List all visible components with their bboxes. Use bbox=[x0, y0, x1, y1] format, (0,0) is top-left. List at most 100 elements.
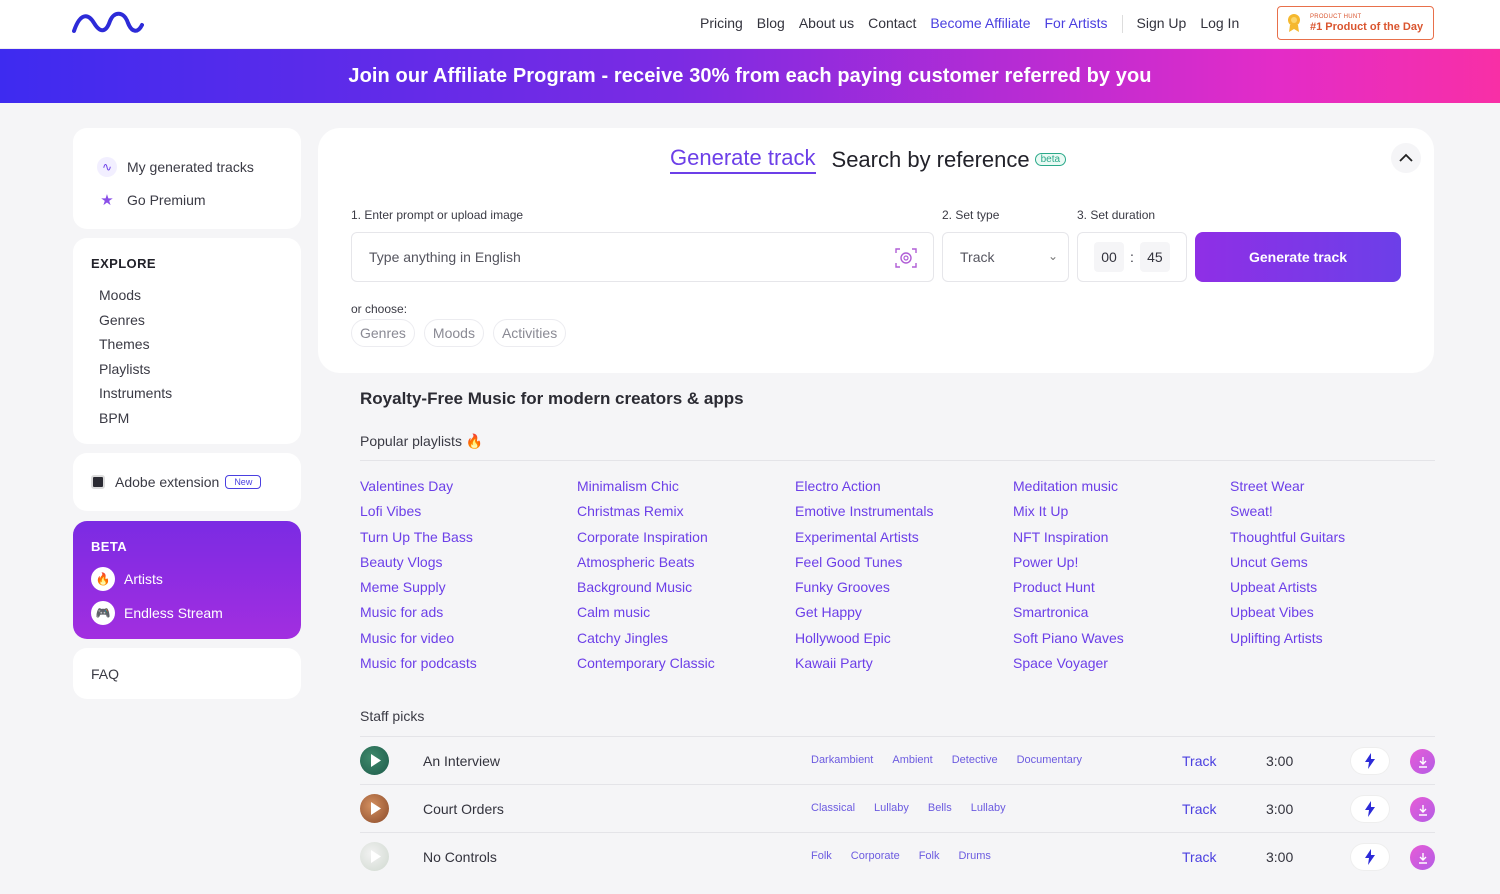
track-row[interactable]: Court Orders Classical Lullaby Bells Lullaby… bbox=[360, 784, 1435, 832]
chip-activities[interactable]: Activities bbox=[492, 319, 567, 347]
track-tag[interactable]: Detective bbox=[952, 754, 998, 766]
download-button[interactable] bbox=[1410, 797, 1435, 822]
playlist-link[interactable]: Funky Grooves bbox=[795, 578, 934, 603]
playlist-link[interactable]: Music for video bbox=[360, 629, 477, 654]
sidebar-faq[interactable]: FAQ bbox=[73, 648, 301, 699]
prompt-input[interactable]: Type anything in English bbox=[351, 232, 934, 282]
product-hunt-badge[interactable]: PRODUCT HUNT #1 Product of the Day bbox=[1277, 6, 1434, 40]
nav-link[interactable]: Become Affiliate bbox=[930, 15, 1030, 33]
tab-search-by-reference[interactable]: Search by reference bbox=[832, 147, 1030, 173]
playlist-link[interactable]: Catchy Jingles bbox=[577, 629, 715, 654]
generate-similar-button[interactable] bbox=[1351, 748, 1389, 774]
collapse-button[interactable] bbox=[1391, 143, 1421, 173]
track-row[interactable]: No Controls Folk Corporate Folk Drums Track 3:… bbox=[360, 832, 1435, 880]
playlist-link[interactable]: Mix It Up bbox=[1013, 502, 1124, 527]
playlist-link[interactable]: Thoughtful Guitars bbox=[1230, 528, 1345, 553]
playlist-link[interactable]: Upbeat Vibes bbox=[1230, 603, 1345, 628]
nav-link[interactable]: Pricing bbox=[700, 15, 743, 33]
sidebar-item-my-tracks[interactable]: ∿ My generated tracks bbox=[97, 150, 277, 183]
sidebar-item-explore[interactable]: Instruments bbox=[91, 381, 283, 406]
playlist-link[interactable]: Hollywood Epic bbox=[795, 629, 934, 654]
affiliate-banner[interactable]: Join our Affiliate Program - receive 30%… bbox=[0, 49, 1500, 103]
nav-link[interactable]: About us bbox=[799, 15, 854, 33]
sidebar-item-explore[interactable]: BPM bbox=[91, 406, 283, 431]
playlist-link[interactable]: Get Happy bbox=[795, 603, 934, 628]
image-upload-icon[interactable] bbox=[893, 245, 919, 271]
playlist-link[interactable]: Music for podcasts bbox=[360, 654, 477, 679]
track-tag[interactable]: Darkambient bbox=[811, 754, 873, 766]
duration-minutes[interactable]: 00 bbox=[1094, 242, 1125, 272]
playlist-link[interactable]: Power Up! bbox=[1013, 553, 1124, 578]
playlist-link[interactable]: Corporate Inspiration bbox=[577, 528, 715, 553]
download-button[interactable] bbox=[1410, 749, 1435, 774]
sidebar-item-explore[interactable]: Playlists bbox=[91, 357, 283, 382]
sidebar-item-explore[interactable]: Themes bbox=[91, 332, 283, 357]
track-tag[interactable]: Corporate bbox=[851, 850, 900, 862]
playlist-link[interactable]: Background Music bbox=[577, 578, 715, 603]
track-name[interactable]: No Controls bbox=[423, 849, 497, 865]
playlist-link[interactable]: Kawaii Party bbox=[795, 654, 934, 679]
playlist-link[interactable]: Meme Supply bbox=[360, 578, 477, 603]
playlist-link[interactable]: Experimental Artists bbox=[795, 528, 934, 553]
chip-moods[interactable]: Moods bbox=[423, 319, 484, 347]
track-tag[interactable]: Lullaby bbox=[971, 802, 1006, 814]
track-tag[interactable]: Lullaby bbox=[874, 802, 909, 814]
playlist-link[interactable]: Calm music bbox=[577, 603, 715, 628]
playlist-link[interactable]: Emotive Instrumentals bbox=[795, 502, 934, 527]
playlist-link[interactable]: Uplifting Artists bbox=[1230, 629, 1345, 654]
track-tag[interactable]: Documentary bbox=[1017, 754, 1082, 766]
duration-field[interactable]: 00 : 45 bbox=[1077, 232, 1187, 282]
tab-generate-track[interactable]: Generate track bbox=[670, 145, 816, 174]
generate-similar-button[interactable] bbox=[1351, 844, 1389, 870]
playlist-link[interactable]: Uncut Gems bbox=[1230, 553, 1345, 578]
nav-link[interactable]: Contact bbox=[868, 15, 916, 33]
playlist-link[interactable]: Contemporary Classic bbox=[577, 654, 715, 679]
nav-link[interactable]: For Artists bbox=[1044, 15, 1107, 33]
nav-link[interactable]: Blog bbox=[757, 15, 785, 33]
track-tag[interactable]: Drums bbox=[958, 850, 990, 862]
download-button[interactable] bbox=[1410, 845, 1435, 870]
playlist-link[interactable]: Smartronica bbox=[1013, 603, 1124, 628]
track-row[interactable]: An Interview Darkambient Ambient Detective D… bbox=[360, 736, 1435, 784]
sidebar-item-endless-stream[interactable]: 🎮 Endless Stream bbox=[91, 596, 283, 630]
playlist-link[interactable]: Christmas Remix bbox=[577, 502, 715, 527]
track-thumbnail[interactable] bbox=[360, 746, 389, 775]
track-tag[interactable]: Folk bbox=[919, 850, 940, 862]
sidebar-item-explore[interactable]: Moods bbox=[91, 283, 283, 308]
sidebar-item-explore[interactable]: Genres bbox=[91, 308, 283, 333]
track-name[interactable]: Court Orders bbox=[423, 801, 504, 817]
generate-similar-button[interactable] bbox=[1351, 796, 1389, 822]
playlist-link[interactable]: Turn Up The Bass bbox=[360, 528, 477, 553]
playlist-link[interactable]: Product Hunt bbox=[1013, 578, 1124, 603]
generate-track-button[interactable]: Generate track bbox=[1195, 232, 1401, 282]
playlist-link[interactable]: Electro Action bbox=[795, 477, 934, 502]
sidebar-item-go-premium[interactable]: ★ Go Premium bbox=[97, 183, 277, 216]
type-select[interactable]: Track ⌄ bbox=[942, 232, 1069, 282]
sidebar-adobe-extension[interactable]: Adobe extension New bbox=[73, 453, 301, 511]
playlist-link[interactable]: Atmospheric Beats bbox=[577, 553, 715, 578]
track-thumbnail[interactable] bbox=[360, 842, 389, 871]
track-thumbnail[interactable] bbox=[360, 794, 389, 823]
playlist-link[interactable]: Upbeat Artists bbox=[1230, 578, 1345, 603]
playlist-link[interactable]: Minimalism Chic bbox=[577, 477, 715, 502]
playlist-link[interactable]: Street Wear bbox=[1230, 477, 1345, 502]
track-tag[interactable]: Classical bbox=[811, 802, 855, 814]
track-name[interactable]: An Interview bbox=[423, 753, 500, 769]
sidebar-item-artists[interactable]: 🔥 Artists bbox=[91, 562, 283, 596]
sign-up-link[interactable]: Sign Up bbox=[1137, 15, 1187, 33]
playlist-link[interactable]: Lofi Vibes bbox=[360, 502, 477, 527]
logo-icon[interactable] bbox=[72, 11, 144, 35]
playlist-link[interactable]: Beauty Vlogs bbox=[360, 553, 477, 578]
duration-seconds[interactable]: 45 bbox=[1139, 242, 1170, 272]
playlist-link[interactable]: Sweat! bbox=[1230, 502, 1345, 527]
playlist-link[interactable]: Meditation music bbox=[1013, 477, 1124, 502]
track-tag[interactable]: Ambient bbox=[892, 754, 932, 766]
log-in-link[interactable]: Log In bbox=[1200, 15, 1239, 33]
track-tag[interactable]: Bells bbox=[928, 802, 952, 814]
playlist-link[interactable]: NFT Inspiration bbox=[1013, 528, 1124, 553]
chip-genres[interactable]: Genres bbox=[351, 319, 415, 347]
track-tag[interactable]: Folk bbox=[811, 850, 832, 862]
playlist-link[interactable]: Music for ads bbox=[360, 603, 477, 628]
playlist-link[interactable]: Valentines Day bbox=[360, 477, 477, 502]
playlist-link[interactable]: Feel Good Tunes bbox=[795, 553, 934, 578]
